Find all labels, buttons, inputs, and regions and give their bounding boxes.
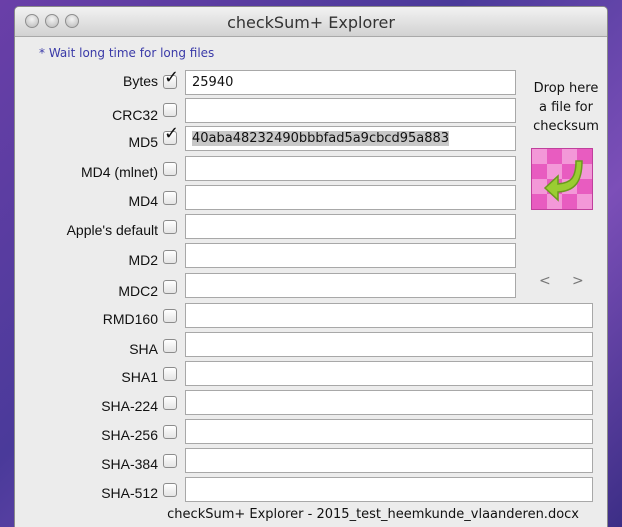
drop-instructions: Drop here a file for checksum <box>523 79 607 136</box>
window-title: checkSum+ Explorer <box>227 13 395 32</box>
checkbox-md2[interactable] <box>163 250 177 264</box>
field-apple-default[interactable] <box>185 214 516 239</box>
title-bar[interactable]: checkSum+ Explorer <box>15 7 607 37</box>
field-rmd160[interactable] <box>185 303 593 328</box>
field-bytes[interactable]: 25940 <box>185 70 516 95</box>
md5-value-selected: 40aba48232490bbbfad5a9cbcd95a883 <box>192 131 450 146</box>
label-sha-256: SHA-256 <box>101 427 158 443</box>
checkbox-mdc2[interactable] <box>163 280 177 294</box>
status-footer: checkSum+ Explorer - 2015_test_heemkunde… <box>167 507 579 522</box>
drop-text-line: Drop here <box>533 81 599 96</box>
label-sha-384: SHA-384 <box>101 456 158 472</box>
label-md2: MD2 <box>128 252 158 268</box>
label-mdc2: MDC2 <box>118 283 158 299</box>
checkbox-sha-512[interactable] <box>163 483 177 497</box>
field-mdc2[interactable] <box>185 273 516 298</box>
checkmark-icon: ✓ <box>164 123 180 144</box>
checkbox-sha-256[interactable] <box>163 425 177 439</box>
checkbox-bytes[interactable]: ✓ <box>163 69 179 89</box>
label-sha1: SHA1 <box>121 369 158 385</box>
checkmark-icon: ✓ <box>164 67 180 88</box>
next-button[interactable]: > <box>572 273 584 289</box>
label-md4-mlnet: MD4 (mlnet) <box>80 164 158 180</box>
drop-text-line: checksum <box>533 119 599 134</box>
field-sha1[interactable] <box>185 361 593 386</box>
drop-text-line: a file for <box>539 100 593 115</box>
label-sha: SHA <box>129 341 158 357</box>
field-md5[interactable]: 40aba48232490bbbfad5a9cbcd95a883 <box>185 126 516 151</box>
field-sha-512[interactable] <box>185 477 593 502</box>
label-md4: MD4 <box>128 193 158 209</box>
checkbox-apple-default[interactable] <box>163 220 177 234</box>
label-sha-224: SHA-224 <box>101 398 158 414</box>
field-sha-384[interactable] <box>185 448 593 473</box>
label-sha-512: SHA-512 <box>101 485 158 501</box>
previous-button[interactable]: < <box>539 273 551 289</box>
label-crc32: CRC32 <box>112 107 158 123</box>
checksum-explorer-window: checkSum+ Explorer * Wait long time for … <box>14 6 608 527</box>
field-md2[interactable] <box>185 243 516 268</box>
checkbox-md5[interactable]: ✓ <box>163 125 179 145</box>
drop-file-arrow-icon <box>543 160 583 202</box>
checkbox-md4[interactable] <box>163 191 177 205</box>
field-sha-256[interactable] <box>185 419 593 444</box>
label-rmd160: RMD160 <box>102 311 158 327</box>
file-drop-zone[interactable] <box>531 148 593 210</box>
field-sha-224[interactable] <box>185 390 593 415</box>
checkbox-sha-224[interactable] <box>163 396 177 410</box>
checkbox-sha-384[interactable] <box>163 454 177 468</box>
checkbox-md4-mlnet[interactable] <box>163 162 177 176</box>
label-bytes: Bytes <box>122 73 158 89</box>
field-sha[interactable] <box>185 332 593 357</box>
checkbox-crc32[interactable] <box>163 103 177 117</box>
wait-hint-text: * Wait long time for long files <box>39 46 215 60</box>
checkbox-sha[interactable] <box>163 339 177 353</box>
label-apple-default: Apple's default <box>66 222 158 238</box>
checkbox-rmd160[interactable] <box>163 309 177 323</box>
field-crc32[interactable] <box>185 98 516 123</box>
checkbox-sha1[interactable] <box>163 367 177 381</box>
label-md5: MD5 <box>128 134 158 150</box>
field-md4-mlnet[interactable] <box>185 156 516 181</box>
field-md4[interactable] <box>185 185 516 210</box>
